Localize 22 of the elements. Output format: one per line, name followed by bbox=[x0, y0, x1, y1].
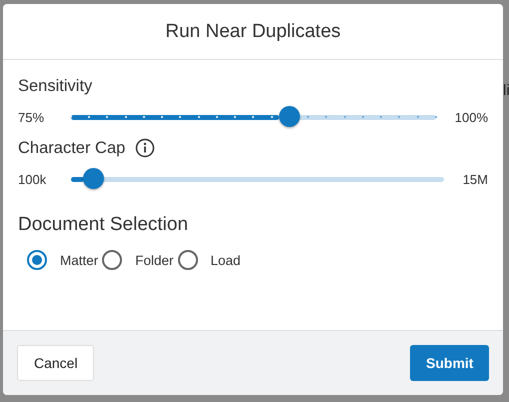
radio-button[interactable] bbox=[102, 250, 122, 270]
radio-option[interactable]: Load bbox=[178, 250, 241, 270]
radio-button[interactable] bbox=[178, 250, 198, 270]
slider-thumb[interactable] bbox=[83, 168, 104, 189]
slider-max-label: 100% bbox=[454, 110, 488, 124]
info-icon[interactable] bbox=[135, 138, 156, 158]
slider[interactable] bbox=[70, 106, 437, 128]
radio-option[interactable]: Folder bbox=[102, 250, 174, 270]
slider-max-label: 15M bbox=[462, 172, 488, 186]
section-heading: Document Selection bbox=[18, 214, 190, 236]
radio-button[interactable] bbox=[27, 250, 47, 270]
slider-label: Character Cap bbox=[18, 138, 126, 158]
radio-option[interactable]: Matter bbox=[27, 250, 98, 270]
slider[interactable] bbox=[70, 168, 445, 190]
dialog-title: Run Near Duplicates bbox=[165, 20, 341, 42]
slider-thumb[interactable] bbox=[279, 106, 300, 127]
slider-label: Sensitivity bbox=[18, 76, 92, 96]
slider-min-label: 75% bbox=[18, 110, 46, 124]
slider-min-label: 100k bbox=[18, 172, 48, 186]
background-text: li bbox=[503, 82, 509, 99]
submit-button[interactable]: Submit bbox=[410, 345, 489, 381]
cancel-button[interactable]: Cancel bbox=[17, 345, 94, 381]
